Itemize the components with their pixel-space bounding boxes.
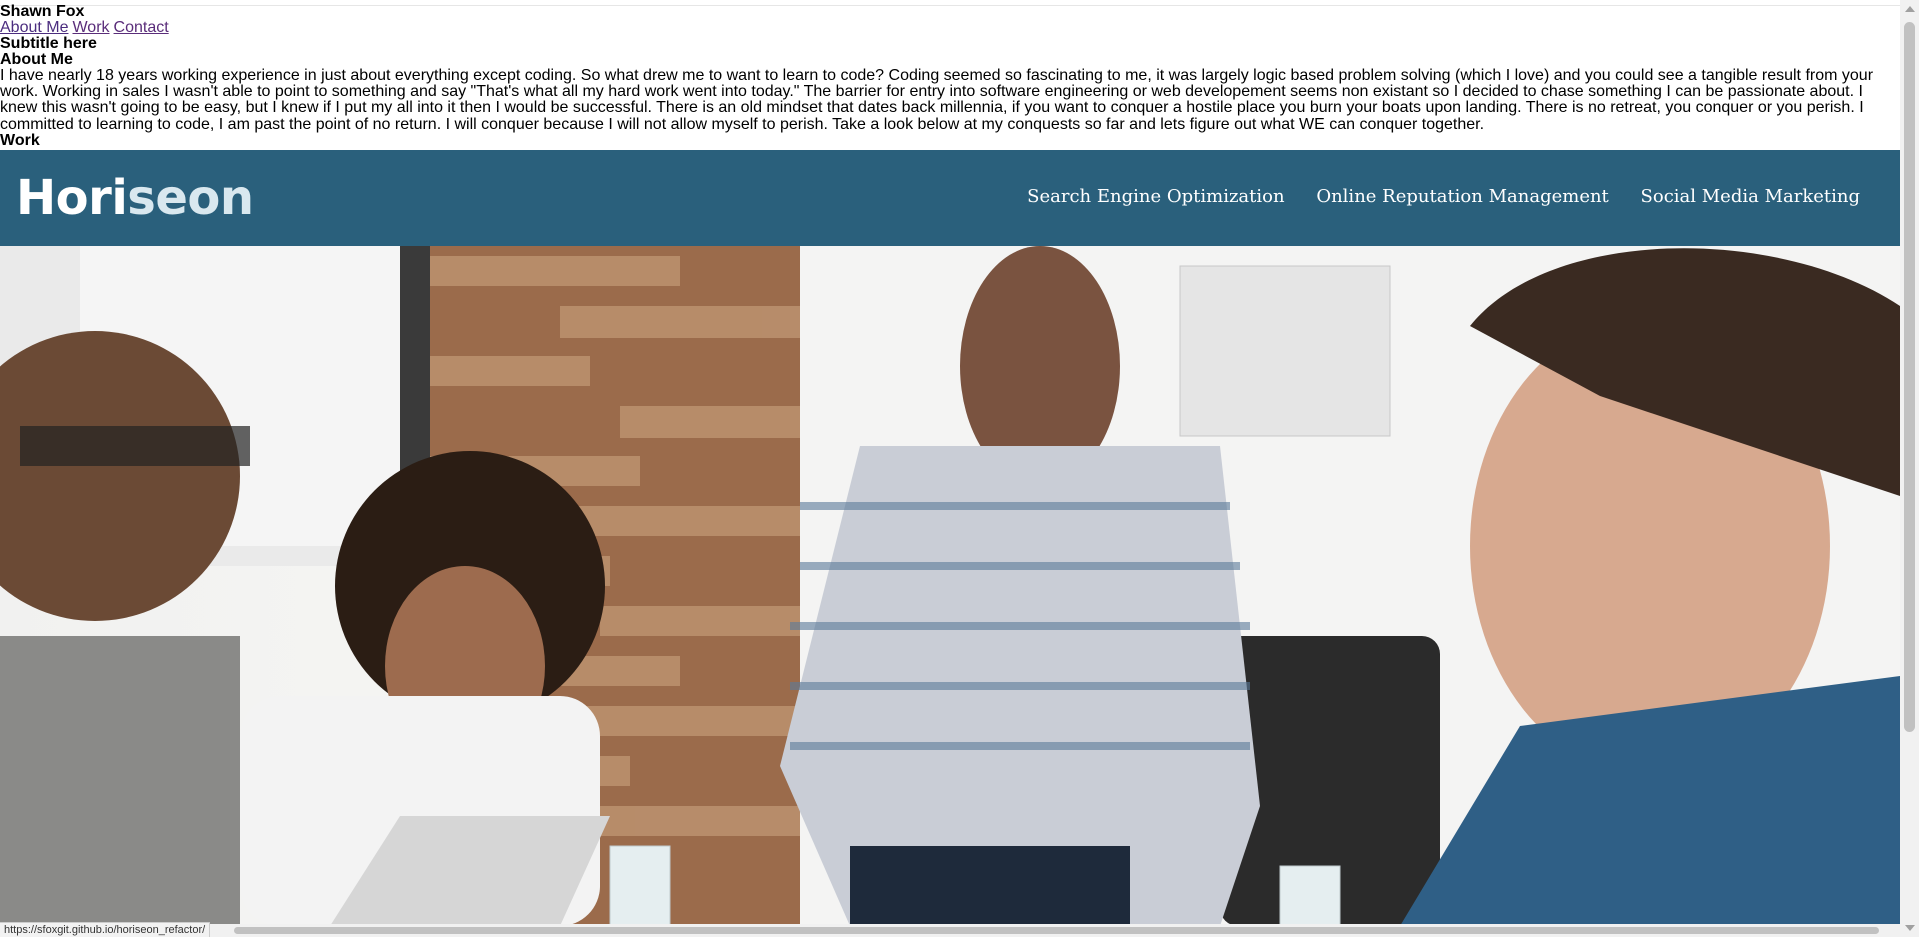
logo-part-1: Hori bbox=[16, 170, 128, 226]
about-heading: About Me bbox=[0, 51, 73, 68]
site-logo[interactable]: Horiseon bbox=[16, 170, 254, 226]
nav-link-orm[interactable]: Online Reputation Management bbox=[1316, 186, 1608, 207]
nav-link-work[interactable]: Work bbox=[72, 19, 109, 36]
nav-link-smm[interactable]: Social Media Marketing bbox=[1641, 186, 1860, 207]
nav-link-contact[interactable]: Contact bbox=[114, 19, 169, 36]
nav-link-about-me[interactable]: About Me bbox=[0, 19, 68, 36]
scroll-thumb[interactable] bbox=[1904, 22, 1915, 732]
subtitle: Subtitle here bbox=[0, 35, 97, 52]
page: Shawn Fox About Me Work Contact Subtitle h… bbox=[0, 0, 1900, 149]
hscroll-thumb[interactable] bbox=[234, 927, 1879, 934]
status-bar-url: https://sfoxgit.github.io/horiseon_refac… bbox=[0, 922, 211, 937]
hero-image bbox=[0, 246, 1900, 926]
portfolio-nav: About Me Work Contact bbox=[0, 20, 1900, 36]
team-meeting-photo-icon bbox=[0, 246, 1900, 926]
horizontal-scrollbar[interactable] bbox=[0, 924, 1900, 937]
vertical-scrollbar[interactable] bbox=[1900, 0, 1919, 937]
portfolio-header: Shawn Fox About Me Work Contact Subtitle h… bbox=[0, 0, 1900, 149]
about-text: I have nearly 18 years working experienc… bbox=[0, 67, 1874, 133]
author-name: Shawn Fox bbox=[0, 3, 85, 20]
scroll-up-icon[interactable] bbox=[1905, 6, 1915, 12]
logo-part-2: seon bbox=[127, 170, 254, 226]
main-nav: Search Engine Optimization Online Reputa… bbox=[1001, 186, 1860, 207]
scroll-down-icon[interactable] bbox=[1905, 925, 1915, 931]
site-header: Horiseon Search Engine Optimization Onli… bbox=[0, 150, 1900, 246]
work-heading: Work bbox=[0, 131, 40, 149]
nav-link-seo[interactable]: Search Engine Optimization bbox=[1027, 186, 1284, 207]
